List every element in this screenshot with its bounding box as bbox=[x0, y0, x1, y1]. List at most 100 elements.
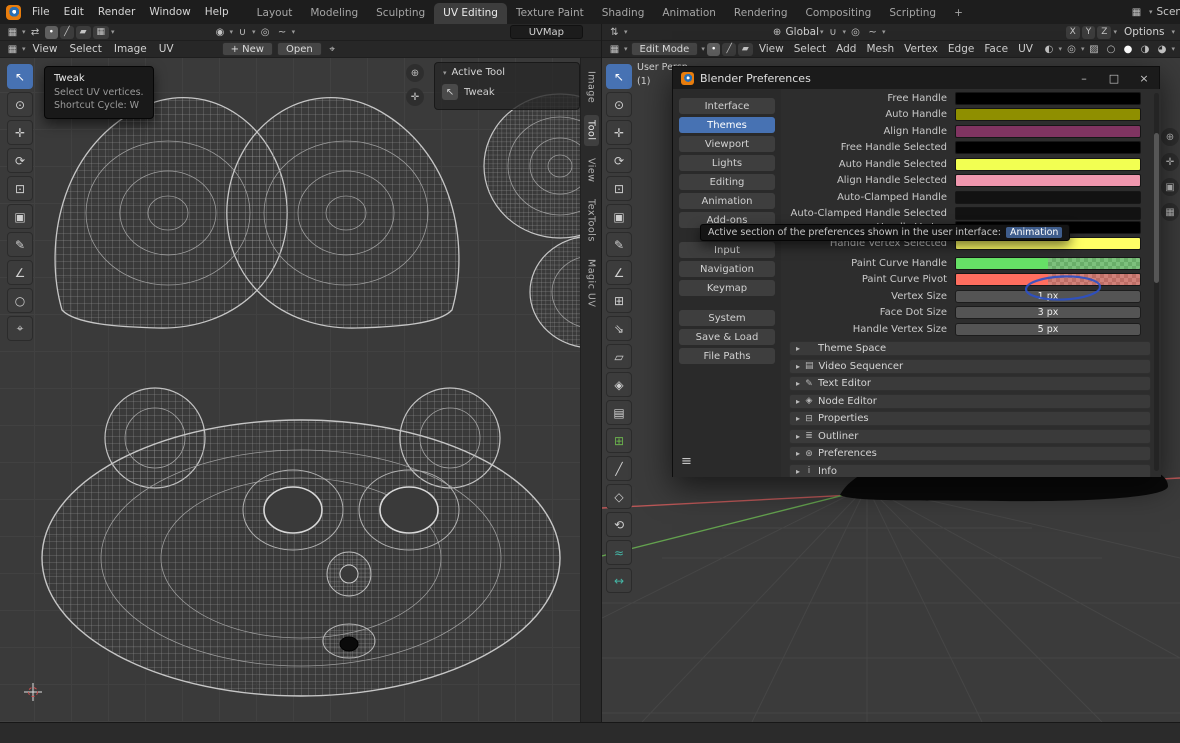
menu-help[interactable]: Help bbox=[198, 3, 236, 21]
falloff-icon[interactable]: ~ bbox=[865, 25, 880, 39]
camera-view-icon[interactable]: ▣ bbox=[1161, 178, 1179, 196]
tab-rendering[interactable]: Rendering bbox=[725, 3, 797, 24]
vp-menu-uv[interactable]: UV bbox=[1013, 42, 1038, 56]
section-outliner[interactable]: ▸≣Outliner bbox=[789, 429, 1151, 444]
maximize-button[interactable]: □ bbox=[1099, 67, 1129, 89]
select-mode-face[interactable]: ▰ bbox=[738, 43, 753, 56]
menu-window[interactable]: Window bbox=[142, 3, 197, 21]
vp-tool-bevel[interactable]: ▱ bbox=[606, 344, 632, 369]
uv-tool-select-circle[interactable]: ⊙ bbox=[7, 92, 33, 117]
vp-tool-inset[interactable]: ⇘ bbox=[606, 316, 632, 341]
color-swatch-auto-clamped-handle[interactable] bbox=[955, 191, 1141, 204]
uv-tool-cursor[interactable]: ✛ bbox=[7, 120, 33, 145]
tab-sculpting[interactable]: Sculpting bbox=[367, 3, 434, 24]
proportional-edit-icon[interactable]: ◎ bbox=[258, 25, 273, 39]
uv-menu-image[interactable]: Image bbox=[108, 42, 153, 56]
shading-material-icon[interactable]: ◑ bbox=[1137, 42, 1152, 56]
tab-uv-editing[interactable]: UV Editing bbox=[434, 3, 507, 24]
vp-tool-knife[interactable]: ▤ bbox=[606, 400, 632, 425]
shading-wireframe-icon[interactable]: ○ bbox=[1103, 42, 1118, 56]
menu-render[interactable]: Render bbox=[91, 3, 142, 21]
tab-image[interactable]: Image bbox=[584, 66, 599, 108]
editor-type-icon[interactable]: ▦ bbox=[5, 25, 20, 39]
prefs-nav-animation[interactable]: Animation bbox=[679, 193, 775, 209]
color-swatch-free-handle-selected[interactable] bbox=[955, 141, 1141, 154]
mirror-z-toggle[interactable]: Z bbox=[1097, 26, 1111, 39]
tab-magic-uv[interactable]: Magic UV bbox=[584, 254, 599, 312]
vp-menu-edge[interactable]: Edge bbox=[943, 42, 979, 56]
vp-menu-view[interactable]: View bbox=[754, 42, 789, 56]
mirror-x-toggle[interactable]: X bbox=[1066, 26, 1080, 39]
scrollbar-thumb[interactable] bbox=[1154, 133, 1159, 283]
chevron-down-icon[interactable]: ▾ bbox=[111, 28, 115, 36]
section-theme-space[interactable]: ▸Theme Space bbox=[789, 341, 1151, 356]
snap-magnet-icon[interactable]: ∪ bbox=[235, 25, 250, 39]
color-swatch-align-handle-selected[interactable] bbox=[955, 174, 1141, 187]
open-image-button[interactable]: Open bbox=[277, 42, 322, 56]
prefs-menu-icon[interactable]: ≡ bbox=[681, 454, 692, 469]
select-mode-vertex[interactable]: ∙ bbox=[707, 43, 721, 56]
vp-tool-cursor[interactable]: ⊙ bbox=[606, 92, 632, 117]
tab-layout[interactable]: Layout bbox=[248, 3, 302, 24]
pan-hand-icon[interactable]: ✛ bbox=[1161, 153, 1179, 171]
vp-tool-extrude[interactable]: ⊞ bbox=[606, 288, 632, 313]
color-swatch-paint-curve-handle[interactable] bbox=[955, 257, 1141, 270]
mode-dropdown[interactable]: Edit Mode bbox=[631, 42, 699, 56]
section-preferences[interactable]: ▸⊛Preferences bbox=[789, 446, 1151, 461]
scrollbar[interactable] bbox=[1154, 93, 1159, 471]
tab-tool[interactable]: Tool bbox=[584, 115, 599, 145]
face-dot-size-slider[interactable]: 3 px bbox=[955, 306, 1141, 319]
add-workspace-button[interactable]: + bbox=[945, 3, 972, 24]
pan-hand-icon[interactable]: ✛ bbox=[406, 88, 424, 106]
tab-textools[interactable]: TexTools bbox=[584, 194, 599, 247]
vp-menu-vertex[interactable]: Vertex bbox=[899, 42, 943, 56]
uv-tool-annotate[interactable]: ✎ bbox=[7, 232, 33, 257]
uv-tool-grab[interactable]: ⌖ bbox=[7, 316, 33, 341]
tab-compositing[interactable]: Compositing bbox=[797, 3, 881, 24]
vertex-size-slider[interactable]: 1 px bbox=[955, 290, 1141, 303]
prefs-nav-lights[interactable]: Lights bbox=[679, 155, 775, 171]
vp-tool-rotate[interactable]: ⟳ bbox=[606, 148, 632, 173]
color-swatch-auto-handle-selected[interactable] bbox=[955, 158, 1141, 171]
pin-icon[interactable]: ⌖ bbox=[325, 42, 340, 56]
uv-editor-canvas[interactable] bbox=[0, 58, 601, 722]
snap-magnet-icon[interactable]: ∪ bbox=[826, 25, 841, 39]
uv-tool-transform[interactable]: ▣ bbox=[7, 204, 33, 229]
vp-tool-smooth[interactable]: ◇ bbox=[606, 484, 632, 509]
color-swatch-free-handle[interactable] bbox=[955, 92, 1141, 105]
transform-gizmo-icon[interactable]: ⇅ bbox=[607, 25, 622, 39]
collapse-arrow-icon[interactable]: ▾ bbox=[443, 69, 447, 77]
uv-tool-measure[interactable]: ∠ bbox=[7, 260, 33, 285]
uv-menu-select[interactable]: Select bbox=[63, 42, 107, 56]
vp-menu-face[interactable]: Face bbox=[979, 42, 1013, 56]
section-node-editor[interactable]: ▸◈Node Editor bbox=[789, 394, 1151, 409]
vp-tool-poly-build[interactable]: ⊞ bbox=[606, 428, 632, 453]
tab-texture-paint[interactable]: Texture Paint bbox=[507, 3, 593, 24]
color-swatch-auto-clamped-handle-selected[interactable] bbox=[955, 207, 1141, 220]
vp-tool-rip-region[interactable]: ↔ bbox=[606, 568, 632, 593]
tab-scripting[interactable]: Scripting bbox=[880, 3, 945, 24]
uv-tool-tweak[interactable]: ↖ bbox=[7, 64, 33, 89]
minimize-button[interactable]: – bbox=[1069, 67, 1099, 89]
vp-menu-add[interactable]: Add bbox=[831, 42, 861, 56]
close-button[interactable]: × bbox=[1129, 67, 1159, 89]
uv-select-mode-island[interactable]: ▦ bbox=[93, 26, 110, 39]
falloff-icon[interactable]: ~ bbox=[275, 25, 290, 39]
vp-tool-tweak[interactable]: ↖ bbox=[606, 64, 632, 89]
blender-logo-icon[interactable] bbox=[6, 5, 21, 20]
uv-menu-uv[interactable]: UV bbox=[153, 42, 180, 56]
handle-vertex-size-slider[interactable]: 5 px bbox=[955, 323, 1141, 336]
select-mode-edge[interactable]: ╱ bbox=[722, 43, 735, 56]
uv-tool-scale[interactable]: ⊡ bbox=[7, 176, 33, 201]
ortho-grid-icon[interactable]: ▦ bbox=[1161, 203, 1179, 221]
prefs-nav-interface[interactable]: Interface bbox=[679, 98, 775, 114]
prefs-nav-editing[interactable]: Editing bbox=[679, 174, 775, 190]
vp-tool-edge-slide[interactable]: ⟲ bbox=[606, 512, 632, 537]
section-info[interactable]: ▸iInfo bbox=[789, 464, 1151, 478]
xray-toggle-icon[interactable]: ▨ bbox=[1086, 42, 1101, 56]
shading-rendered-icon[interactable]: ◕ bbox=[1154, 42, 1169, 56]
editor-type-icon[interactable]: ▦ bbox=[5, 42, 20, 56]
uv-sync-select-icon[interactable]: ⇄ bbox=[28, 25, 43, 39]
options-dropdown[interactable]: Options bbox=[1118, 25, 1171, 39]
section-video-sequencer[interactable]: ▸▤Video Sequencer bbox=[789, 359, 1151, 374]
